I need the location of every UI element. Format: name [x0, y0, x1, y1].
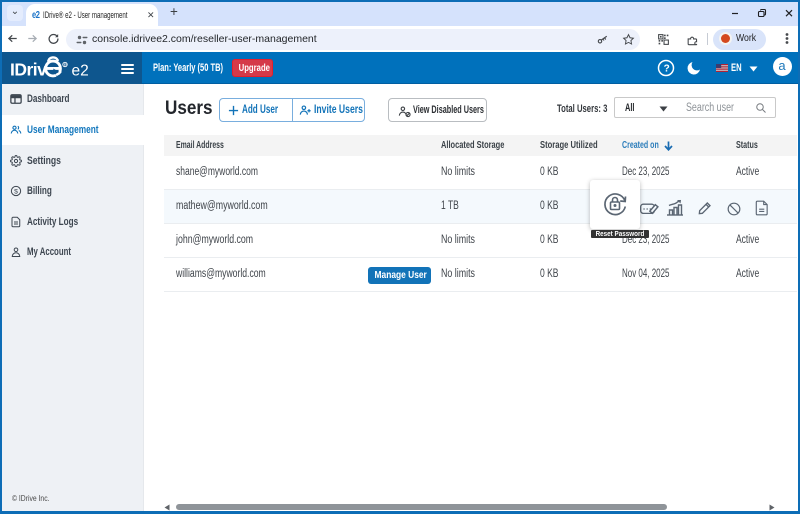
svg-text:IDriv: IDriv [10, 59, 47, 79]
svg-text:e2: e2 [72, 62, 89, 79]
svg-text:?: ? [664, 64, 670, 75]
svg-text:$: $ [14, 188, 18, 195]
